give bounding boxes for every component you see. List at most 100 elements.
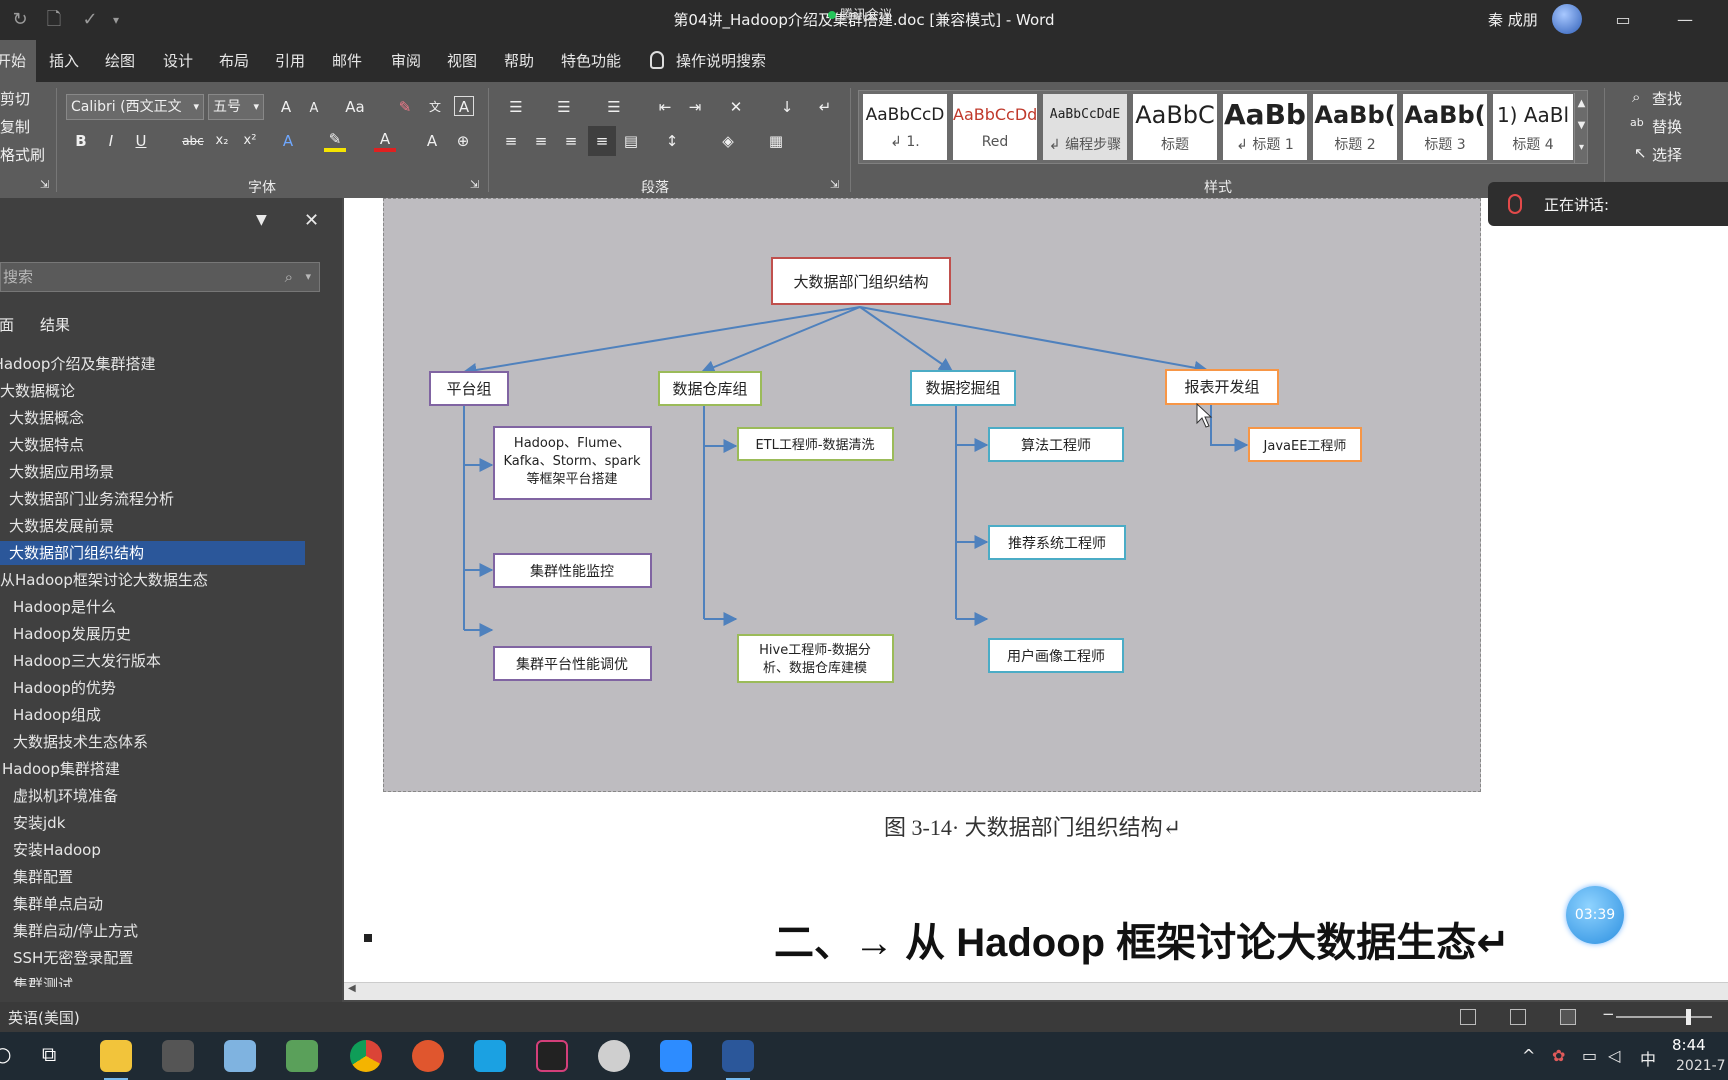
highlight-icon[interactable]: ✎ — [324, 128, 346, 152]
tab-home[interactable]: 开始 — [0, 40, 37, 82]
enclose-characters-icon[interactable]: ⊕ — [452, 130, 474, 154]
font-color-icon[interactable]: A — [374, 128, 396, 152]
nav-heading[interactable]: Hadoop三大发行版本 — [13, 649, 161, 673]
borders-icon[interactable]: ▦ — [762, 130, 790, 154]
tray-expand-icon[interactable]: ^ — [1522, 1046, 1535, 1065]
calculator-icon[interactable] — [162, 1040, 194, 1072]
asian-layout-icon[interactable]: ✕ — [722, 96, 750, 120]
shading-icon[interactable]: A — [422, 130, 442, 154]
find-button[interactable]: 查找 — [1652, 88, 1682, 109]
tell-me-search[interactable]: 操作说明搜索 — [650, 40, 766, 82]
tab-mailings[interactable]: 邮件 — [322, 40, 372, 82]
style-tile[interactable]: AaBbC 标题 — [1133, 94, 1217, 160]
paint-icon[interactable] — [224, 1040, 256, 1072]
scroll-left-icon[interactable]: ◀ — [348, 983, 356, 994]
meeting-indicator[interactable]: 腾讯会议 — [828, 4, 892, 23]
distributed-icon[interactable]: ▤ — [620, 130, 642, 154]
clipboard-launcher-icon[interactable]: ⇲ — [40, 174, 49, 198]
nav-tab-pages[interactable]: 页面 — [0, 314, 14, 335]
zoom-out-icon[interactable]: − — [1602, 1005, 1615, 1023]
nav-heading[interactable]: 二、从Hadoop框架讨论大数据生态 — [0, 568, 208, 592]
tab-help[interactable]: 帮助 — [494, 40, 544, 82]
italic-button[interactable]: I — [102, 130, 120, 154]
zoom-slider[interactable] — [1616, 1016, 1712, 1018]
subscript-button[interactable]: x₂ — [212, 130, 232, 154]
nav-heading[interactable]: SSH无密登录配置 — [13, 946, 133, 970]
notepad-icon[interactable] — [286, 1040, 318, 1072]
file-explorer-icon[interactable] — [100, 1040, 132, 1080]
nav-heading[interactable]: 集群配置 — [13, 865, 73, 889]
volume-icon[interactable]: ◁ — [1608, 1046, 1620, 1065]
nav-heading-selected[interactable]: 大数据部门组织结构 — [0, 541, 305, 565]
nav-heading[interactable]: Hadoop组成 — [13, 703, 101, 727]
nav-heading[interactable]: 大数据部门业务流程分析 — [9, 487, 174, 511]
paragraph-shading-icon[interactable]: ◈ — [714, 130, 742, 154]
align-center-icon[interactable]: ≡ — [530, 130, 552, 154]
replace-icon[interactable]: ab — [1630, 116, 1644, 129]
nav-heading[interactable]: Hadoop是什么 — [13, 595, 116, 619]
search-icon[interactable]: ○ — [0, 1042, 11, 1066]
nav-heading[interactable]: 三、Hadoop集群搭建 — [0, 757, 120, 781]
chat-app-icon[interactable] — [598, 1040, 630, 1072]
document-page[interactable]: 大数据部门组织结构 平台组 数据仓库组 数据挖掘组 报表开发组 Hadoop、F… — [344, 198, 1728, 984]
change-case-button[interactable]: Aa — [338, 96, 372, 120]
muted-mic-icon[interactable] — [1508, 194, 1522, 214]
close-icon[interactable]: ✕ — [304, 210, 319, 231]
clock-date[interactable]: 2021-7 — [1676, 1058, 1726, 1074]
nav-heading[interactable]: 大数据发展前景 — [9, 514, 114, 538]
nav-heading[interactable]: 集群测试 — [13, 973, 73, 987]
language-status[interactable]: 英语(美国) — [8, 1007, 80, 1028]
justify-icon[interactable]: ≡ — [588, 126, 616, 156]
nav-heading[interactable]: 一、大数据概论 — [0, 379, 75, 403]
nav-heading[interactable]: 第04讲_Hadoop介绍及集群搭建 — [0, 352, 155, 376]
tab-draw[interactable]: 绘图 — [95, 40, 145, 82]
tab-special[interactable]: 特色功能 — [551, 40, 631, 82]
tray-app-icon[interactable]: ✿ — [1552, 1046, 1565, 1065]
select-cursor-icon[interactable]: ↖ — [1634, 144, 1647, 162]
nav-heading[interactable]: 大数据概念 — [9, 406, 84, 430]
numbering-icon[interactable]: ☰ — [550, 96, 578, 120]
copy-button[interactable]: 复制 — [0, 116, 30, 140]
style-tile[interactable]: AaBb(标题 3 — [1403, 94, 1487, 160]
network-icon[interactable]: ▭ — [1582, 1046, 1597, 1065]
nav-options-icon[interactable]: ▼ — [256, 212, 267, 228]
style-tile[interactable]: 1) AaBl 标题 4 — [1493, 94, 1573, 160]
virtualbox-icon[interactable] — [474, 1040, 506, 1072]
bold-button[interactable]: B — [72, 130, 90, 154]
font-name-select[interactable]: Calibri (西文正文 — [66, 94, 204, 120]
grow-font-button[interactable]: A — [276, 96, 296, 120]
nav-heading[interactable]: Hadoop的优势 — [13, 676, 116, 700]
find-search-icon[interactable]: ⌕ — [1632, 88, 1640, 106]
clock-time[interactable]: 8:44 — [1672, 1036, 1706, 1054]
replace-button[interactable]: 替换 — [1652, 116, 1682, 137]
web-layout-icon[interactable] — [1560, 1009, 1576, 1025]
tencent-meeting-icon[interactable] — [660, 1040, 692, 1072]
tab-review[interactable]: 审阅 — [381, 40, 431, 82]
print-layout-icon[interactable] — [1510, 1009, 1526, 1025]
shrink-font-button[interactable]: A — [304, 98, 324, 122]
section-heading[interactable]: 二、→ 从 Hadoop 框架讨论大数据生态↵ — [774, 910, 1510, 968]
superscript-button[interactable]: x² — [240, 130, 260, 154]
multilevel-list-icon[interactable]: ☰ — [600, 96, 628, 120]
style-tile[interactable]: AaBbCcD ↲ 1. — [863, 94, 947, 160]
nav-heading[interactable]: 安装Hadoop — [13, 838, 101, 862]
strikethrough-button[interactable]: abc — [180, 130, 206, 154]
nav-heading[interactable]: 集群单点启动 — [13, 892, 103, 916]
tab-layout[interactable]: 布局 — [209, 40, 259, 82]
task-view-icon[interactable]: ⧉ — [42, 1042, 56, 1066]
nav-heading[interactable]: 大数据应用场景 — [9, 460, 114, 484]
select-button[interactable]: 选择 — [1652, 144, 1682, 165]
style-tile[interactable]: AaBb(标题 2 — [1313, 94, 1397, 160]
meeting-timer[interactable]: 03:39 — [1566, 886, 1624, 944]
tab-references[interactable]: 引用 — [265, 40, 315, 82]
nav-heading[interactable]: 大数据技术生态体系 — [13, 730, 148, 754]
character-border-icon[interactable]: A — [454, 96, 474, 116]
snail-app-icon[interactable] — [412, 1040, 444, 1072]
paragraph-launcher-icon[interactable]: ⇲ — [830, 174, 839, 198]
minimize-icon[interactable]: — — [1670, 8, 1700, 32]
horizontal-scrollbar[interactable]: ◀ — [344, 982, 1728, 1000]
nav-heading[interactable]: 集群启动/停止方式 — [13, 919, 138, 943]
nav-tab-results[interactable]: 结果 — [40, 314, 70, 335]
decrease-indent-icon[interactable]: ⇤ — [654, 96, 676, 120]
sort-icon[interactable]: ↓ — [776, 96, 798, 120]
